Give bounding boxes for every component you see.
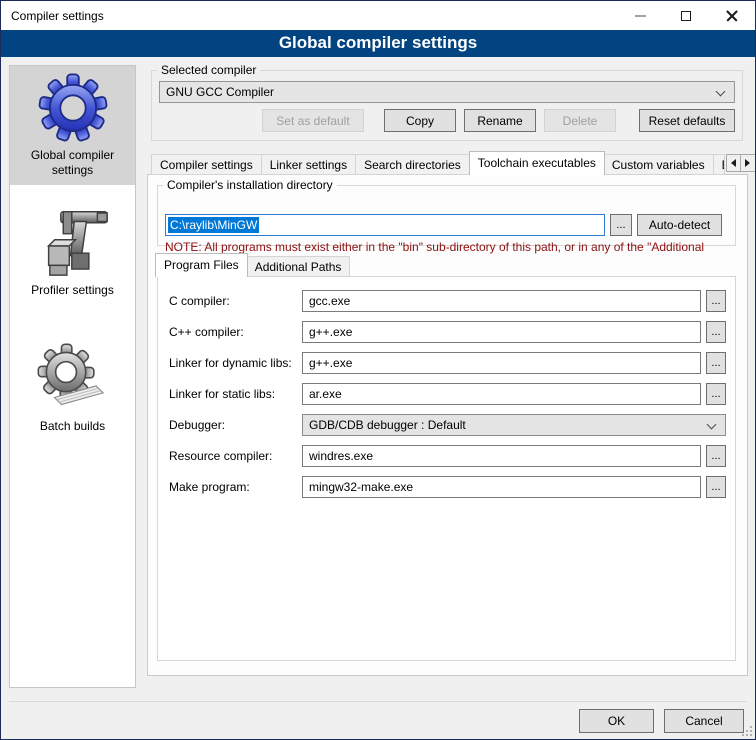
blue-gear-icon [36, 71, 110, 145]
titlebar: Compiler settings [1, 1, 755, 30]
bin-subdirectory-note: NOTE: All programs must exist either in … [165, 240, 731, 254]
reset-defaults-button[interactable]: Reset defaults [639, 109, 735, 132]
tab-toolchain-executables[interactable]: Toolchain executables [469, 151, 605, 175]
sidebar-item-profiler-settings[interactable]: Profiler settings [10, 197, 135, 305]
sidebar-item-label: Batch builds [12, 419, 133, 434]
make-program-value: mingw32-make.exe [309, 480, 413, 494]
resource-compiler-row: Resource compiler: windres.exe... [169, 445, 726, 467]
toolchain-fields: C compiler: gcc.exe... C++ compiler: g++.ex… [157, 276, 736, 661]
tab-scroll-arrows [726, 154, 756, 172]
linker-for-static-libs-browse-button[interactable]: ... [706, 383, 726, 405]
sidebar-item-global-compiler-settings[interactable]: Global compiler settings [10, 66, 135, 185]
tab-scroll-left-button[interactable] [726, 154, 741, 172]
resource-compiler-label: Resource compiler: [169, 449, 302, 463]
settings-sidebar: Global compiler settings [9, 65, 136, 688]
chevron-down-icon [707, 420, 717, 430]
make-program-label: Make program: [169, 480, 302, 494]
linker-for-static-libs-value: ar.exe [309, 387, 342, 401]
resource-compiler-browse-button[interactable]: ... [706, 445, 726, 467]
sidebar-item-label: Profiler settings [12, 283, 133, 298]
resize-grip[interactable] [742, 726, 752, 736]
debugger-value: GDB/CDB debugger : Default [309, 418, 466, 432]
installation-directory-input[interactable]: C:\raylib\MinGW [165, 214, 605, 236]
make-program-input[interactable]: mingw32-make.exe [302, 476, 701, 498]
linker-for-static-libs-label: Linker for static libs: [169, 387, 302, 401]
tab-search-directories[interactable]: Search directories [356, 154, 470, 175]
cancel-button[interactable]: Cancel [664, 709, 744, 733]
make-program-browse-button[interactable]: ... [706, 476, 726, 498]
arrow-left-icon [731, 159, 736, 167]
compiler-buttons-row: Set as default Copy Rename Delete Reset … [152, 109, 735, 132]
close-icon [725, 9, 739, 23]
sidebar-item-batch-builds[interactable]: Batch builds [10, 337, 135, 441]
c-compiler-value: gcc.exe [309, 294, 350, 308]
debugger-label: Debugger: [169, 418, 302, 432]
c-compiler-value: g++.exe [309, 325, 352, 339]
main-tabstrip: Compiler settings Linker settings Search… [151, 151, 746, 175]
resource-compiler-value: windres.exe [309, 449, 373, 463]
close-button[interactable] [709, 1, 755, 30]
linker-for-dynamic-libs-input[interactable]: g++.exe [302, 352, 701, 374]
copy-button[interactable]: Copy [384, 109, 456, 132]
c-compiler-input[interactable]: gcc.exe [302, 290, 701, 312]
sidebar-item-label: Global compiler settings [12, 148, 133, 178]
caliper-icon [34, 202, 112, 280]
tab-custom-variables[interactable]: Custom variables [604, 154, 714, 175]
c-compiler-row: C compiler: gcc.exe... [169, 290, 726, 312]
linker-for-static-libs-row: Linker for static libs: ar.exe... [169, 383, 726, 405]
subtab-program-files[interactable]: Program Files [155, 253, 248, 277]
page-title: Global compiler settings [1, 30, 755, 57]
gear-stack-icon [36, 342, 110, 416]
c-compiler-input[interactable]: g++.exe [302, 321, 701, 343]
program-files-tabstrip: Program Files Additional Paths [156, 254, 350, 277]
make-program-row: Make program: mingw32-make.exe... [169, 476, 726, 498]
resource-compiler-input[interactable]: windres.exe [302, 445, 701, 467]
delete-button[interactable]: Delete [544, 109, 616, 132]
installation-directory-browse-button[interactable]: ... [610, 214, 632, 236]
maximize-button[interactable] [663, 1, 709, 30]
linker-for-dynamic-libs-value: g++.exe [309, 356, 352, 370]
subtab-additional-paths[interactable]: Additional Paths [247, 256, 351, 277]
linker-for-dynamic-libs-row: Linker for dynamic libs: g++.exe... [169, 352, 726, 374]
tab-compiler-settings[interactable]: Compiler settings [151, 154, 262, 175]
window-title: Compiler settings [1, 9, 104, 23]
installation-directory-legend: Compiler's installation directory [163, 178, 337, 192]
selected-path-text: C:\raylib\MinGW [168, 217, 259, 233]
selected-compiler-legend: Selected compiler [157, 63, 260, 77]
compiler-settings-dialog: Compiler settings Global compiler settin… [0, 0, 756, 740]
compiler-select[interactable]: GNU GCC Compiler [159, 81, 735, 103]
minimize-icon [635, 15, 646, 17]
window-controls [617, 1, 755, 30]
tab-build-options[interactable]: Build options [714, 154, 725, 175]
maximize-icon [681, 11, 691, 21]
rename-button[interactable]: Rename [464, 109, 536, 132]
chevron-down-icon [716, 87, 726, 97]
installation-directory-group: Compiler's installation directory C:\ray… [157, 178, 736, 246]
debugger-select[interactable]: GDB/CDB debugger : Default [302, 414, 726, 436]
debugger-row: Debugger: GDB/CDB debugger : Default [169, 414, 726, 436]
c-compiler-browse-button[interactable]: ... [706, 290, 726, 312]
footer-separator [9, 701, 747, 702]
toolchain-executables-page: Compiler's installation directory C:\ray… [147, 174, 748, 676]
c-compiler-label: C++ compiler: [169, 325, 302, 339]
linker-for-dynamic-libs-label: Linker for dynamic libs: [169, 356, 302, 370]
tab-linker-settings[interactable]: Linker settings [262, 154, 356, 175]
compiler-select-value: GNU GCC Compiler [166, 85, 274, 99]
set-as-default-button[interactable]: Set as default [262, 109, 364, 132]
arrow-right-icon [745, 159, 750, 167]
c-compiler-label: C compiler: [169, 294, 302, 308]
linker-for-dynamic-libs-browse-button[interactable]: ... [706, 352, 726, 374]
auto-detect-button[interactable]: Auto-detect [637, 214, 722, 236]
selected-compiler-group: Selected compiler GNU GCC Compiler Set a… [151, 63, 743, 141]
minimize-button[interactable] [617, 1, 663, 30]
tab-scroll-right-button[interactable] [741, 154, 756, 172]
c-compiler-browse-button[interactable]: ... [706, 321, 726, 343]
linker-for-static-libs-input[interactable]: ar.exe [302, 383, 701, 405]
c-compiler-row: C++ compiler: g++.exe... [169, 321, 726, 343]
ok-button[interactable]: OK [579, 709, 654, 733]
